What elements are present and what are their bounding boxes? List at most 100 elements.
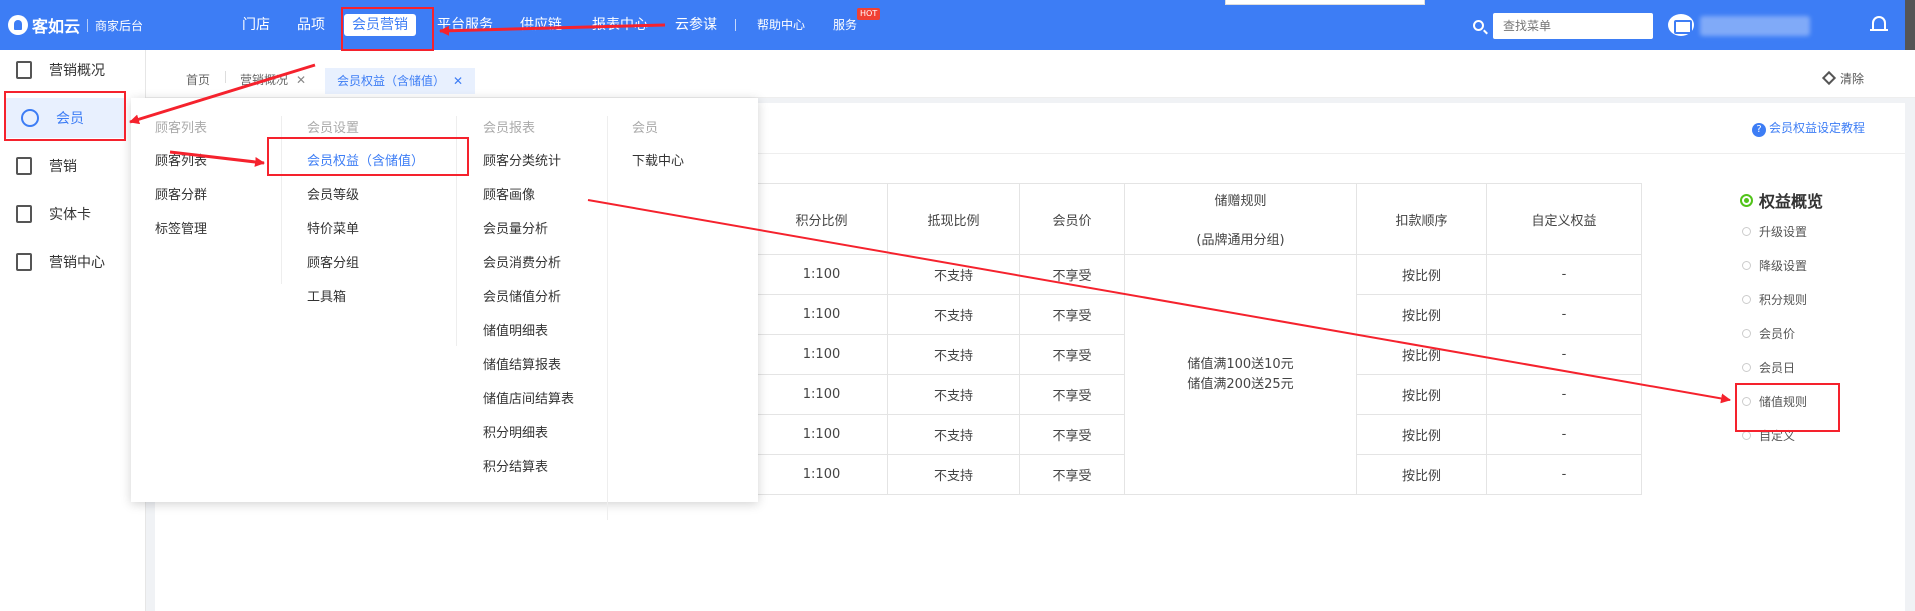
bonus-rule-line: 储值满200送25元 [1187,376,1294,392]
cell-points-ratio: 1:100 [755,454,888,495]
member-marketing-dropdown: 顾客列表 顾客列表 顾客分群 标签管理 会员设置 会员权益（含储值） 会员等级 特价菜单 顾客分… [131,98,758,520]
nav-platform-services[interactable]: 平台服务 [437,14,493,36]
nav-stores[interactable]: 门店 [242,14,270,36]
overview-item-points-rule[interactable]: 积分规则 [1742,291,1807,308]
eraser-icon [1821,70,1837,86]
dropdown-menu-item[interactable]: 积分结算表 [483,456,548,475]
sidebar-item-label: 营销 [49,159,77,175]
column-divider [281,116,282,284]
dropdown-menu-item[interactable]: 工具箱 [307,286,346,305]
nav-cloud-advisor[interactable]: 云参谋 [675,14,717,36]
overview-title: 权益概览 [1740,188,1823,212]
cell-custom-benefit: - [1486,294,1642,335]
cell-bonus-rule: 储值满100送10元 储值满200送25元 [1124,254,1357,495]
logo-divider [87,18,89,32]
bonus-rule-line: 储值满100送10元 [1187,356,1294,372]
menu-search-input[interactable] [1493,13,1653,39]
benefits-table: 积分比例 抵现比例 会员价 储赠规则 (品牌通用分组) 扣款顺序 自定义权益 1:… [755,183,1642,495]
cell-deduction-order: 按比例 [1356,334,1487,375]
table-header-row: 积分比例 抵现比例 会员价 储赠规则 (品牌通用分组) 扣款顺序 自定义权益 [755,183,1642,255]
dropdown-menu-item[interactable]: 会员消费分析 [483,252,561,271]
dropdown-menu-item[interactable]: 下载中心 [632,150,684,169]
question-icon: ? [1752,123,1766,137]
tab-member-benefits[interactable]: 会员权益（含储值） ✕ [325,68,476,94]
cell-member-price: 不享受 [1019,334,1125,375]
cell-deduction-order: 按比例 [1356,414,1487,455]
overview-item-upgrade[interactable]: 升级设置 [1742,223,1807,240]
nav-help-center[interactable]: 帮助中心 [757,14,805,36]
top-dropdown-fragment [1225,0,1425,5]
dropdown-menu-item[interactable]: 储值店间结算表 [483,388,574,407]
dropdown-menu-item[interactable]: 顾客分类统计 [483,150,561,169]
radio-icon [1742,227,1751,236]
dropdown-menu-item[interactable]: 储值明细表 [483,320,548,339]
sidebar-item-physical-card[interactable]: 实体卡 [0,194,146,234]
dropdown-menu-item[interactable]: 顾客分组 [307,252,359,271]
cell-deduction-order: 按比例 [1356,374,1487,415]
overview-item-label: 降级设置 [1759,259,1808,273]
store-avatar-icon[interactable] [1668,14,1694,36]
dropdown-menu-item[interactable]: 会员储值分析 [483,286,561,305]
col-header-sub: (品牌通用分组) [1196,233,1285,248]
cell-cash-ratio: 不支持 [887,254,1020,295]
dropdown-menu-item[interactable]: 顾客画像 [483,184,535,203]
active-dot-icon [1740,193,1753,207]
dropdown-menu-item[interactable]: 会员量分析 [483,218,548,237]
dropdown-column-header: 顾客列表 [155,121,208,136]
sidebar-item-marketing-overview[interactable]: 营销概况 [0,50,146,90]
cell-cash-ratio: 不支持 [887,414,1020,455]
sidebar-item-member[interactable]: 会员 [5,98,125,138]
bell-icon[interactable] [1870,16,1888,31]
dropdown-menu-item[interactable]: 顾客列表 [155,150,207,169]
user-account-name-blurred[interactable] [1700,16,1810,36]
help-tutorial-link[interactable]: ? 会员权益设定教程 [1752,119,1865,137]
table-row: 1:100 不支持 不享受 储值满100送10元 储值满200送25元 按比例 - [755,254,1642,495]
sidebar-item-marketing[interactable]: 营销 [0,146,146,186]
cell-member-price: 不享受 [1019,294,1125,335]
radio-icon [1742,261,1751,270]
nav-supply-chain[interactable]: 供应链 [520,14,562,36]
overview-item-downgrade[interactable]: 降级设置 [1742,257,1807,274]
tab-home[interactable]: 首页 [186,70,210,90]
hot-badge: HOT [857,8,881,20]
overview-item-label: 储值规则 [1759,395,1808,409]
dropdown-menu-item[interactable]: 标签管理 [155,218,207,237]
search-icon[interactable] [1473,20,1484,31]
radio-icon [1742,431,1751,440]
radio-icon [1742,329,1751,338]
table-body: 1:100 不支持 不享受 储值满100送10元 储值满200送25元 按比例 -1:100… [755,254,1642,495]
sidebar-item-marketing-center[interactable]: 营销中心 [0,242,146,282]
dropdown-menu-item[interactable]: 积分明细表 [483,422,548,441]
nav-member-marketing[interactable]: 会员营销 [344,14,416,36]
overview-item-member-price[interactable]: 会员价 [1742,325,1795,342]
benefits-overview: 权益概览 升级设置 降级设置 积分规则 会员价 会员日 储值规则 自定义 [1740,188,1823,443]
close-icon[interactable]: ✕ [453,74,463,88]
tab-marketing-overview[interactable]: 营销概况 ✕ [240,70,306,90]
dropdown-menu-item[interactable]: 储值结算报表 [483,354,561,373]
cell-member-price: 不享受 [1019,254,1125,295]
cell-deduction-order: 按比例 [1356,254,1487,295]
nav-services[interactable]: 服务 [833,14,857,36]
nav-divider [735,19,736,31]
logo-icon [8,15,28,35]
clear-tabs-button[interactable]: 清除 [1821,70,1864,87]
cell-points-ratio: 1:100 [755,414,888,455]
dropdown-menu-item[interactable]: 会员等级 [307,184,359,203]
nav-report-center[interactable]: 报表中心 [592,14,648,36]
sidebar-item-label: 营销概况 [49,63,105,79]
overview-item-stored-value-rule[interactable]: 储值规则 [1742,393,1807,410]
sidebar-item-label: 会员 [56,111,84,127]
overview-item-label: 会员价 [1759,327,1796,341]
col-header-bonus-rule: 储赠规则 (品牌通用分组) [1124,183,1357,255]
clipboard-icon [16,253,32,271]
close-icon[interactable]: ✕ [296,73,306,87]
window-edge [1905,0,1915,50]
dropdown-menu-item[interactable]: 顾客分群 [155,184,207,203]
dropdown-menu-item[interactable]: 会员权益（含储值） [307,150,424,169]
overview-item-custom[interactable]: 自定义 [1742,427,1795,444]
dropdown-menu-item[interactable]: 特价菜单 [307,218,359,237]
overview-item-member-day[interactable]: 会员日 [1742,359,1795,376]
nav-items[interactable]: 品项 [297,14,325,36]
logo-name: 客如云 [32,17,81,36]
brand-logo[interactable]: 客如云 商家后台 [8,13,143,37]
